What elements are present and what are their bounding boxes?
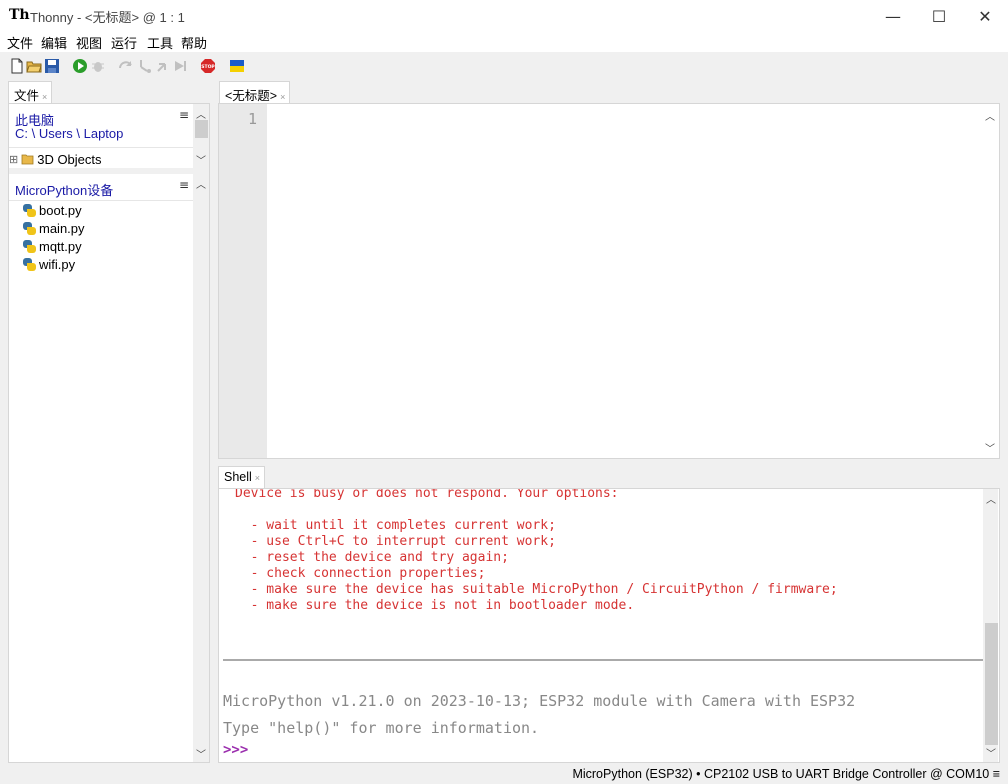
scroll-up-icon[interactable]: ︿ bbox=[196, 106, 206, 121]
stop-icon-label: STOP bbox=[201, 64, 215, 70]
tab-files-label: 文件 bbox=[14, 89, 40, 103]
thonny-logo-icon: Th bbox=[9, 7, 30, 23]
scroll-down-icon[interactable]: ﹀ bbox=[196, 152, 206, 167]
shell-error-line: - use Ctrl+C to interrupt current work; bbox=[235, 534, 556, 549]
scroll-up-icon[interactable]: ︿ bbox=[986, 491, 996, 506]
stop-icon[interactable]: STOP bbox=[200, 58, 216, 74]
shell-scrollbar[interactable] bbox=[983, 489, 998, 762]
toolbar: STOP bbox=[0, 52, 1008, 80]
scroll-down-icon[interactable]: ﹀ bbox=[985, 440, 995, 455]
shell-separator bbox=[223, 659, 984, 661]
shell-error-line: - reset the device and try again; bbox=[235, 550, 509, 565]
line-number-gutter: 1 bbox=[219, 104, 267, 458]
window-title: Thonny - <无标题> @ 1 : 1 bbox=[30, 10, 185, 25]
scrollbar-thumb[interactable] bbox=[195, 120, 208, 138]
file-name: mqtt.py bbox=[39, 239, 82, 254]
minimize-button[interactable]: — bbox=[870, 0, 916, 32]
new-file-icon[interactable] bbox=[9, 58, 25, 74]
shell-error-line: - wait until it completes current work; bbox=[235, 518, 556, 533]
divider bbox=[9, 147, 193, 148]
device-menu-icon[interactable]: ≡ bbox=[179, 178, 189, 192]
title-bar: Th Thonny - <无标题> @ 1 : 1 — ☐ ✕ bbox=[0, 0, 1008, 32]
tab-untitled-close-icon[interactable]: × bbox=[280, 92, 285, 102]
shell-banner-line: MicroPython v1.21.0 on 2023-10-13; ESP32… bbox=[223, 692, 856, 710]
file-name: boot.py bbox=[39, 203, 82, 218]
tab-untitled-label: <无标题> bbox=[225, 89, 278, 103]
menu-edit[interactable]: 编辑 bbox=[41, 33, 67, 52]
tab-shell-label: Shell bbox=[224, 470, 252, 484]
step-over-icon bbox=[119, 61, 132, 69]
shell-banner-line: Type "help()" for more information. bbox=[223, 719, 540, 737]
menu-help[interactable]: 帮助 bbox=[181, 33, 207, 52]
folder-icon bbox=[21, 154, 34, 165]
files-panel: 此电脑 ≡ C: \ Users \ Laptop ⊞ 3D Objects ︿… bbox=[8, 103, 210, 763]
python-file-icon bbox=[23, 204, 36, 217]
menu-file[interactable]: 文件 bbox=[7, 33, 33, 52]
list-item[interactable]: wifi.py bbox=[23, 257, 75, 272]
device-scrollbar[interactable] bbox=[193, 174, 209, 762]
shell-console[interactable]: Device is busy or does not respond. Your… bbox=[218, 488, 1000, 763]
run-icon[interactable] bbox=[72, 58, 88, 74]
ukraine-flag-icon[interactable] bbox=[229, 58, 245, 74]
scroll-up-icon[interactable]: ︿ bbox=[985, 108, 995, 123]
step-into-icon bbox=[140, 60, 151, 73]
menu-tools[interactable]: 工具 bbox=[147, 33, 173, 52]
python-file-icon bbox=[23, 258, 36, 271]
tab-shell-close-icon[interactable]: × bbox=[255, 473, 260, 483]
python-file-icon bbox=[23, 240, 36, 253]
shell-error-line: - check connection properties; bbox=[235, 566, 486, 581]
debug-icon bbox=[92, 62, 104, 72]
code-editor[interactable]: 1 ︿ ﹀ bbox=[218, 103, 1000, 459]
status-bar: MicroPython (ESP32) • CP2102 USB to UART… bbox=[0, 764, 1008, 784]
scroll-down-icon[interactable]: ﹀ bbox=[196, 746, 206, 761]
resume-icon bbox=[175, 61, 186, 71]
list-item[interactable]: main.py bbox=[23, 221, 85, 236]
scroll-down-icon[interactable]: ﹀ bbox=[986, 745, 996, 760]
shell-error-line: - make sure the device is not in bootloa… bbox=[235, 598, 635, 613]
current-path-breadcrumb[interactable]: C: \ Users \ Laptop bbox=[15, 126, 123, 141]
tab-shell[interactable]: Shell × bbox=[218, 466, 266, 488]
save-icon[interactable] bbox=[44, 58, 60, 74]
tab-untitled[interactable]: <无标题> × bbox=[219, 81, 291, 103]
file-name: wifi.py bbox=[39, 257, 76, 272]
list-item[interactable]: ⊞ 3D Objects bbox=[9, 149, 102, 169]
expand-icon[interactable]: ⊞ bbox=[9, 153, 18, 166]
menu-bar: 文件 编辑 视图 运行 工具 帮助 bbox=[0, 32, 1008, 52]
computer-menu-icon[interactable]: ≡ bbox=[179, 108, 189, 122]
tab-files[interactable]: 文件 × bbox=[8, 81, 53, 103]
line-number: 1 bbox=[247, 110, 257, 128]
list-item[interactable]: boot.py bbox=[23, 203, 82, 218]
step-out-icon bbox=[157, 63, 166, 72]
close-button[interactable]: ✕ bbox=[962, 0, 1008, 32]
open-file-icon[interactable] bbox=[26, 58, 42, 74]
shell-prompt[interactable]: >>> bbox=[223, 742, 248, 758]
interpreter-status[interactable]: MicroPython (ESP32) • CP2102 USB to UART… bbox=[572, 767, 1000, 781]
folder-name: 3D Objects bbox=[37, 151, 102, 167]
menu-view[interactable]: 视图 bbox=[76, 33, 102, 52]
file-name: main.py bbox=[39, 221, 85, 236]
tab-files-close-icon[interactable]: × bbox=[42, 92, 47, 102]
divider bbox=[9, 200, 193, 201]
maximize-button[interactable]: ☐ bbox=[916, 0, 962, 32]
pane-splitter[interactable] bbox=[9, 168, 209, 174]
scrollbar-thumb[interactable] bbox=[985, 623, 998, 745]
device-section-title[interactable]: MicroPython设备 bbox=[15, 180, 113, 199]
shell-error-line: - make sure the device has suitable Micr… bbox=[235, 582, 838, 597]
list-item[interactable]: mqtt.py bbox=[23, 239, 82, 254]
menu-run[interactable]: 运行 bbox=[111, 33, 137, 52]
shell-error-line: Device is busy or does not respond. Your… bbox=[235, 488, 619, 501]
python-file-icon bbox=[23, 222, 36, 235]
scroll-up-icon[interactable]: ︿ bbox=[196, 176, 206, 191]
